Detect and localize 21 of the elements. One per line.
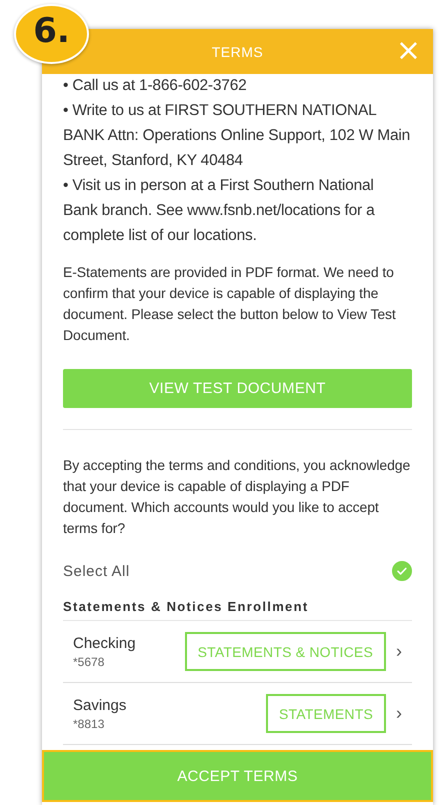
account-name: Checking (73, 634, 137, 652)
section-heading: Statements & Notices Enrollment (63, 599, 412, 621)
select-all-checkbox[interactable] (392, 561, 412, 581)
step-number-badge: 6. (14, 4, 89, 64)
view-test-document-button[interactable]: VIEW TEST DOCUMENT (63, 369, 412, 408)
dialog-title: TERMS (212, 44, 264, 60)
contact-text: • Visit us in person at a First Southern National Bank branch. See www.fsnb.net/locations for a complete list of our locations. (63, 176, 376, 246)
chevron-icon[interactable]: › (386, 641, 412, 662)
chevron-icon[interactable]: › (386, 703, 412, 724)
accept-notice-text: By accepting the terms and conditions, you acknowledge that your device is capable of displaying a PDF document. Which accounts would you like to accept terms for? (63, 456, 412, 538)
enrollment-option-button[interactable]: STATEMENTS (266, 694, 386, 733)
account-number: *8813 (73, 716, 106, 730)
pdf-notice-text: E-Statements are provided in PDF format. We need to confirm that your device is capable of displaying the document. Please select the button below to View Test Document. (63, 263, 397, 345)
account-name: Savings (73, 696, 128, 714)
account-number: *5678 (73, 654, 106, 668)
enrollment-option-button[interactable]: STATEMENTS & NOTICES (184, 632, 386, 671)
close-button[interactable]: × (396, 34, 421, 68)
contact-text: • Call us at 1-866-602-3762 (63, 76, 248, 96)
select-all-label: Select All (63, 562, 130, 580)
accept-terms-button[interactable]: ACCEPT TERMS (42, 750, 433, 802)
contact-text: • Write to us at FIRST SOUTHERN NATIONAL BANK Attn: Operations Online Support, 102 W Main Street, Stanford, KY 40484 (63, 101, 412, 171)
